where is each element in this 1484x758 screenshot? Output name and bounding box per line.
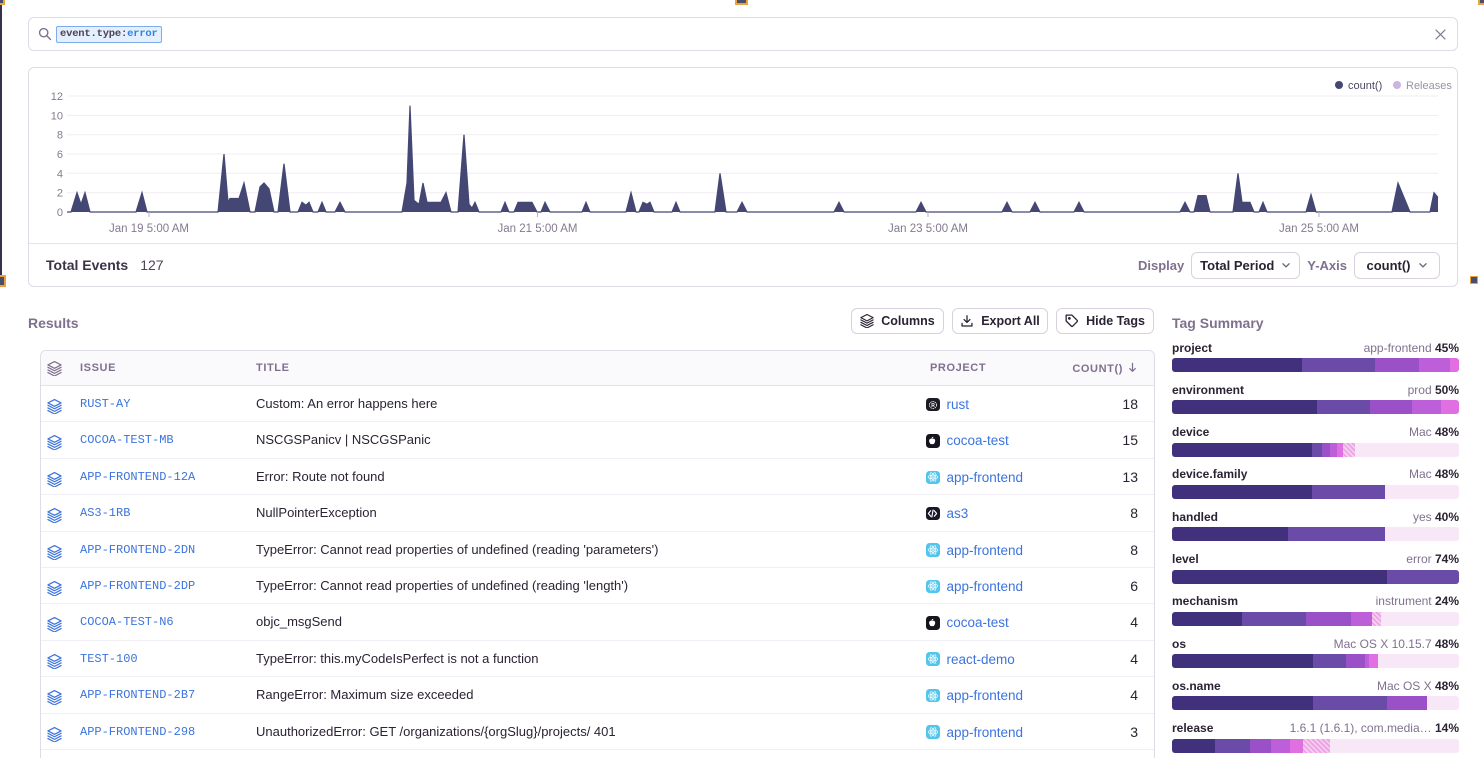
svg-text:R: R (931, 402, 935, 408)
svg-text:count(): count() (1348, 80, 1382, 92)
svg-text:4: 4 (57, 168, 63, 180)
svg-text:Jan 19 5:00 AM: Jan 19 5:00 AM (109, 223, 189, 235)
svg-text:Releases: Releases (1406, 80, 1452, 92)
svg-text:Jan 21 5:00 AM: Jan 21 5:00 AM (498, 223, 578, 235)
svg-text:12: 12 (51, 91, 63, 103)
svg-text:2: 2 (57, 188, 63, 200)
svg-text:0: 0 (57, 207, 63, 219)
svg-text:8: 8 (57, 130, 63, 142)
svg-text:Jan 25 5:00 AM: Jan 25 5:00 AM (1279, 223, 1359, 235)
svg-text:Jan 23 5:00 AM: Jan 23 5:00 AM (888, 223, 968, 235)
svg-text:10: 10 (51, 110, 63, 122)
svg-text:6: 6 (57, 149, 63, 161)
